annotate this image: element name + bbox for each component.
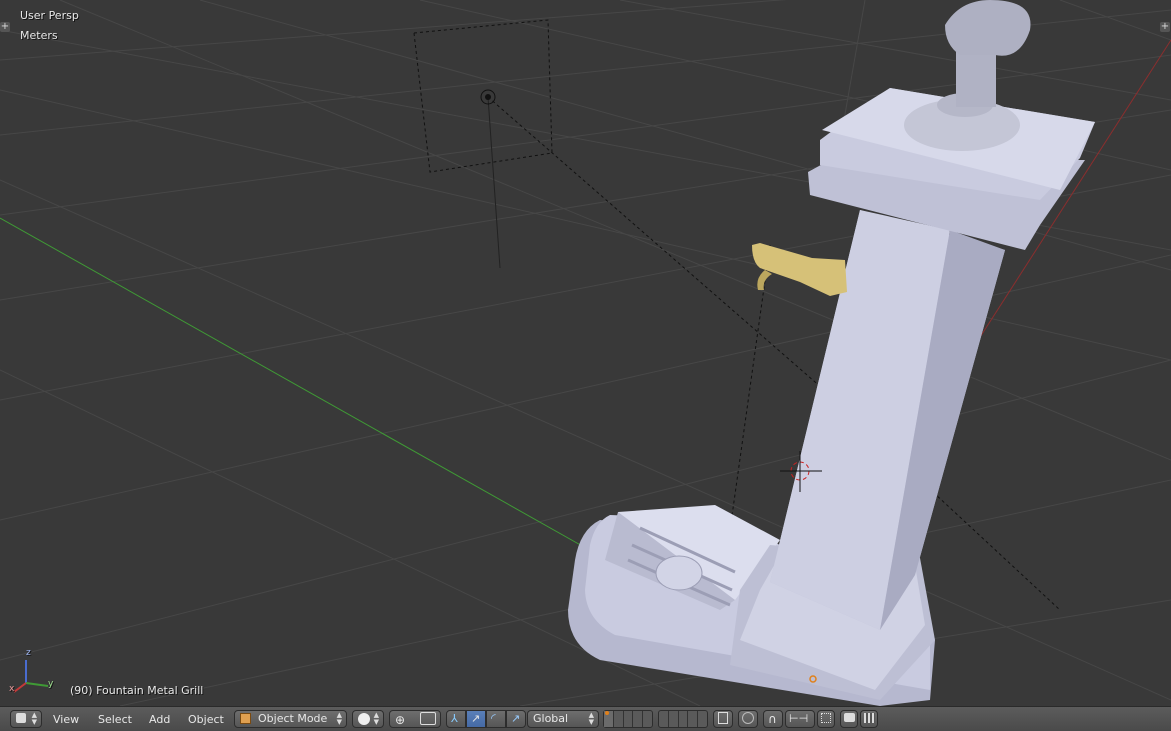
object-menu[interactable]: Object xyxy=(188,713,224,726)
region-toggle-right[interactable]: + xyxy=(1160,22,1170,32)
pivot-point-icon: ⊕ xyxy=(395,713,406,727)
scale-icon: ↗ xyxy=(511,712,521,725)
lock-layers-icon xyxy=(718,712,728,724)
view-menu[interactable]: View xyxy=(53,713,79,726)
view-name: User Persp xyxy=(20,9,79,22)
orientation-label: Global xyxy=(533,712,569,725)
rotate-icon: ◜ xyxy=(491,711,496,725)
active-layer-dot xyxy=(605,711,609,715)
region-toggle-left[interactable]: + xyxy=(0,22,10,32)
proportional-edit-icon xyxy=(742,712,754,724)
rotate-button[interactable]: ◜ xyxy=(486,710,506,728)
render-animation-button[interactable] xyxy=(860,710,878,728)
render-icon xyxy=(844,713,855,722)
translate-icon: ↗ xyxy=(471,712,481,725)
render-button[interactable] xyxy=(840,710,858,728)
select-menu[interactable]: Select xyxy=(98,713,132,726)
camera-guide-line xyxy=(919,479,1061,611)
proportional-edit-button[interactable] xyxy=(738,710,758,728)
snap-element-select[interactable]: ⊢⊣ xyxy=(785,710,815,728)
transform-gizmo-icon: ⅄ xyxy=(451,712,458,725)
axis-label-y: y xyxy=(48,679,54,689)
snap-magnet-icon: ∩ xyxy=(768,712,777,726)
chevron-up-down-icon: ▲ ▼ xyxy=(336,711,342,726)
layers-group-2[interactable] xyxy=(658,710,708,728)
object-mode-cube-icon xyxy=(240,713,251,724)
snap-element-icon: ⊢⊣ xyxy=(789,712,809,725)
snap-target-icon xyxy=(821,713,831,723)
chevron-up-down-icon: ▲ ▼ xyxy=(588,711,594,726)
viewport-shading-select[interactable]: ▲ ▼ xyxy=(352,710,384,728)
camera-guide-line xyxy=(729,244,771,531)
add-menu[interactable]: Add xyxy=(149,713,170,726)
y-axis-line xyxy=(0,217,601,557)
axis-gizmo xyxy=(13,660,49,693)
object-info: (90) Fountain Metal Grill xyxy=(70,684,204,697)
scale-button[interactable]: ↗ xyxy=(506,710,526,728)
lamp-object[interactable] xyxy=(413,19,831,396)
axis-label-x: x xyxy=(9,684,15,694)
manipulator-icon xyxy=(420,712,436,725)
manipulator-toggle[interactable]: ⅄ xyxy=(446,710,466,728)
3d-viewport[interactable]: User Persp Meters (90) Fountain Metal Gr… xyxy=(0,0,1171,706)
viewport-header: ▲ ▼ View Select Add Object Object Mode ▲ ▼… xyxy=(0,706,1171,731)
render-animation-icon xyxy=(864,713,875,723)
translate-button[interactable]: ↗ xyxy=(466,710,486,728)
viewport-scene xyxy=(0,0,1171,706)
lock-layers-button[interactable] xyxy=(713,710,733,728)
editor-type-icon xyxy=(16,713,26,723)
units-label: Meters xyxy=(20,29,58,42)
editor-type-button[interactable]: ▲ ▼ xyxy=(10,710,42,728)
chevron-up-down-icon: ▲ ▼ xyxy=(31,711,37,726)
mode-label: Object Mode xyxy=(258,712,328,725)
snap-target-button[interactable] xyxy=(817,710,835,728)
grill-drain-circle xyxy=(655,555,703,591)
pivot-point-select[interactable]: ⊕ xyxy=(389,710,441,728)
snap-toggle[interactable]: ∩ xyxy=(763,710,783,728)
brass-spout[interactable] xyxy=(752,243,847,296)
viewport-shading-icon xyxy=(358,713,370,725)
axis-label-z: z xyxy=(26,648,31,658)
chevron-up-down-icon: ▲ ▼ xyxy=(373,711,379,726)
fountain-model[interactable] xyxy=(568,0,1095,706)
orientation-select[interactable]: Global ▲ ▼ xyxy=(527,710,599,728)
mode-select[interactable]: Object Mode ▲ ▼ xyxy=(234,710,347,728)
layers-group-1[interactable] xyxy=(603,710,653,728)
